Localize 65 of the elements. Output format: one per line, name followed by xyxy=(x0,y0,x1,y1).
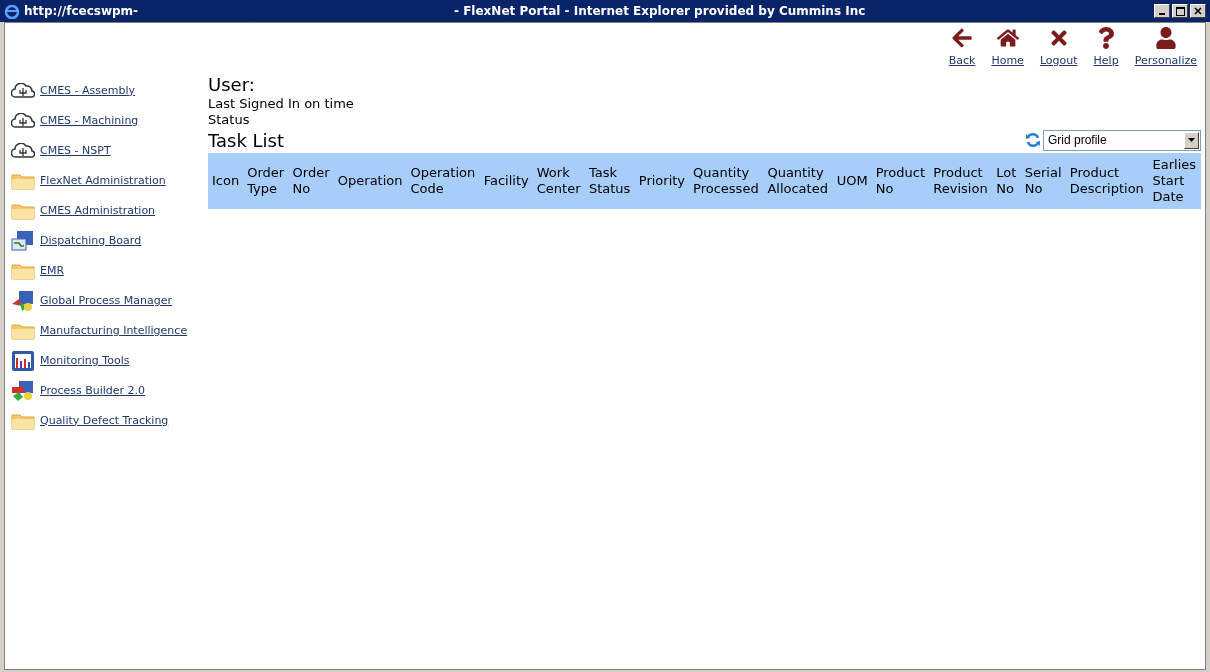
close-icon xyxy=(1194,7,1202,15)
column-header: Order Type xyxy=(243,153,289,209)
window-icon xyxy=(11,230,35,252)
toolbar-link[interactable]: Logout xyxy=(1039,27,1078,73)
toolbar-link[interactable]: Back xyxy=(948,27,976,73)
column-header: Quantity Processed xyxy=(689,153,764,209)
window-url: http://fcecswpm- xyxy=(24,3,140,20)
sidebar-link[interactable]: CMES Administration xyxy=(40,202,156,220)
cloud-icon xyxy=(11,143,35,159)
column-header: Operation Code xyxy=(406,153,480,209)
maximize-icon xyxy=(1175,6,1185,16)
maximize-button[interactable] xyxy=(1172,4,1188,18)
close-button[interactable] xyxy=(1190,4,1206,18)
column-header: Facility xyxy=(479,153,533,209)
column-header: Product Description xyxy=(1065,153,1149,209)
folder-icon xyxy=(11,172,35,190)
column-header: Icon xyxy=(208,153,244,209)
task-list-title: Task List xyxy=(208,128,285,153)
shapes-icon xyxy=(11,290,35,312)
minimize-button[interactable] xyxy=(1154,4,1170,18)
grid-profile-dropdown[interactable]: Grid profile xyxy=(1043,129,1201,151)
column-header: Operation xyxy=(333,153,407,209)
folder-icon xyxy=(11,202,35,220)
column-header: Lot No xyxy=(992,153,1021,209)
sidebar-link[interactable]: Manufacturing Intelligence xyxy=(40,322,188,340)
sidebar-link[interactable]: Global Process Manager xyxy=(40,292,173,310)
sidebar-link[interactable]: Process Builder 2.0 xyxy=(40,382,146,400)
home-icon xyxy=(996,27,1019,49)
caret-icon xyxy=(1188,138,1195,142)
toolbar-link[interactable]: Help xyxy=(1093,27,1119,73)
sidebar-link[interactable]: EMR xyxy=(40,262,65,280)
folder-icon xyxy=(11,322,35,340)
sidebar-link[interactable]: CMES - Machining xyxy=(40,112,139,130)
column-header: Order No xyxy=(288,153,334,209)
browser-logo-icon xyxy=(4,3,20,19)
column-header: Earlies Start Date xyxy=(1148,153,1201,209)
last-signed-in-label: Last Signed In on time xyxy=(208,96,355,112)
sidebar-link[interactable]: Dispatching Board xyxy=(40,232,142,250)
sidebar-link[interactable]: CMES - NSPT xyxy=(40,142,111,160)
column-header: Serial No xyxy=(1020,153,1066,209)
person-icon xyxy=(1154,27,1177,49)
column-header: Product Revision xyxy=(929,153,993,209)
column-header: UOM xyxy=(832,153,872,209)
left-arrow-icon xyxy=(951,27,974,49)
toolbar-link[interactable]: Home xyxy=(991,27,1024,73)
user-heading: User: xyxy=(208,74,256,96)
folder-icon xyxy=(11,412,35,430)
column-header: Quantity Allocated xyxy=(763,153,833,209)
bar-chart-icon xyxy=(11,350,35,372)
sidebar-link[interactable]: Monitoring Tools xyxy=(40,352,130,370)
cloud-icon xyxy=(11,113,35,129)
sidebar-link[interactable]: CMES - Assembly xyxy=(40,82,136,100)
folder-icon xyxy=(11,262,35,280)
sidebar-link[interactable]: FlexNet Administration xyxy=(40,172,166,190)
column-header: Product No xyxy=(871,153,930,209)
column-header: Work Center xyxy=(532,153,585,209)
status-label: Status xyxy=(208,112,251,128)
shapes-icon xyxy=(11,380,35,402)
column-header: Task Status xyxy=(584,153,635,209)
sidebar-link[interactable]: Quality Defect Tracking xyxy=(40,412,169,430)
toolbar-link[interactable]: Personalize xyxy=(1134,27,1197,73)
refresh-icon[interactable] xyxy=(1025,132,1041,148)
window-title: - FlexNet Portal - Internet Explorer provided by Cummins Inc xyxy=(454,3,867,20)
column-header: Priority xyxy=(634,153,690,209)
cloud-icon xyxy=(11,83,35,99)
